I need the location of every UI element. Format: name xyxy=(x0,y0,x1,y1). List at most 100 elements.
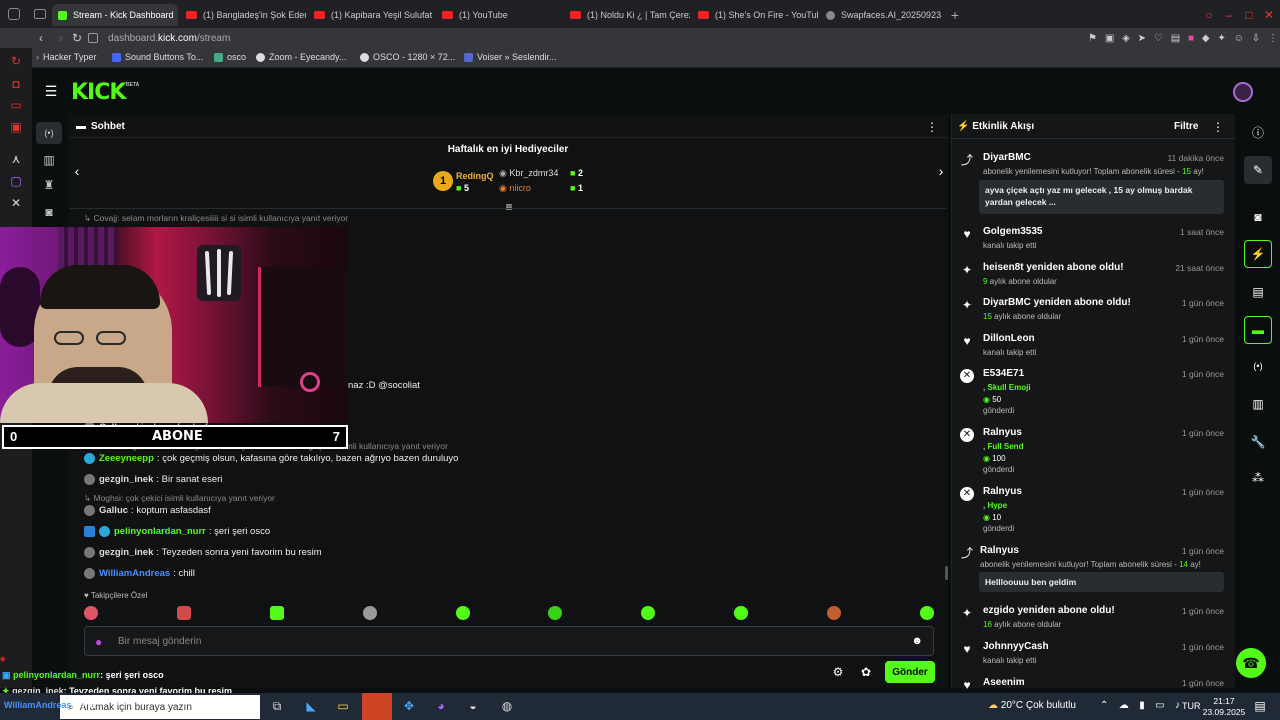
bookmark-icon[interactable]: ⚑ xyxy=(1088,33,1097,44)
weather-widget[interactable]: ☁ 20°C Çok bulutlu xyxy=(988,700,1076,711)
extension-icon[interactable]: ■ xyxy=(1188,33,1194,44)
microphone-icon[interactable]: ● xyxy=(95,635,102,649)
broadcast-icon[interactable]: (•) xyxy=(1250,358,1266,374)
emote-icon[interactable] xyxy=(919,606,934,620)
cube-icon[interactable]: ◆ xyxy=(1202,33,1210,44)
chat-message[interactable]: gezgin_inek: Bir sanat eseri xyxy=(84,474,222,485)
minimize-icon[interactable]: – xyxy=(1222,8,1236,22)
emote-icon[interactable] xyxy=(84,606,98,620)
volume-icon[interactable]: ♪ xyxy=(1175,700,1180,711)
sidebar-refresh-icon[interactable]: ↻ xyxy=(9,54,23,68)
chat-settings-icon[interactable]: ⚙ xyxy=(831,665,845,679)
camera-icon[interactable]: ◙ xyxy=(41,204,57,220)
feed-event-follow[interactable]: ♥ Aseenim 1 gün önce xyxy=(960,677,1230,692)
feed-event-follow[interactable]: ♥ Golgem3535 1 saat önce kanalı takip et… xyxy=(960,226,1230,254)
chat-message[interactable]: WilliamAndreas: chill xyxy=(84,568,195,579)
task-view-icon[interactable]: ⧉ xyxy=(270,699,284,713)
sidebar-brand-icon[interactable]: ⋏ xyxy=(9,152,23,166)
close-window-icon[interactable]: ✕ xyxy=(1262,8,1276,22)
puzzle-icon[interactable]: ✦ xyxy=(1217,33,1225,44)
feed-event-follow[interactable]: ♥ JohnnyyCash 1 gün önce kanalı takip et… xyxy=(960,641,1230,669)
collapse-gifters-icon[interactable]: ≡ xyxy=(502,200,516,214)
bookmark-sound-buttons[interactable]: Sound Buttons To... xyxy=(112,52,203,62)
download-icon[interactable]: ⇩ xyxy=(1252,33,1260,44)
sidebar-bag-icon[interactable]: ◘ xyxy=(9,77,23,91)
feed-event-kicks[interactable]: ✕ Ralnyus 1 gün önce , Full Send ◉ 100 g… xyxy=(960,427,1230,477)
edge-icon[interactable]: ◣ xyxy=(303,698,319,714)
new-tab-icon[interactable]: + xyxy=(948,7,962,23)
chat-options-icon[interactable]: ⋮ xyxy=(926,120,938,134)
avatar[interactable] xyxy=(1233,82,1253,102)
emote-icon[interactable] xyxy=(827,606,841,620)
search-tabs-icon[interactable]: ○ xyxy=(1202,8,1216,22)
bookmark-voiser[interactable]: Voiser » Seslendir... xyxy=(464,52,557,62)
info-icon[interactable]: ⓘ xyxy=(1250,124,1266,140)
heart-icon[interactable]: ♡ xyxy=(1154,33,1163,44)
hamburger-menu-icon[interactable]: ☰ xyxy=(44,83,58,99)
tab-shes-on-fire[interactable]: (1) She's On Fire - YouTube xyxy=(692,4,818,26)
back-icon[interactable]: ‹ xyxy=(34,31,48,45)
username[interactable]: Galluc xyxy=(99,505,128,516)
tab-kapibara[interactable]: (1) Kapibara Yeşil Sulufat xyxy=(308,4,434,26)
chat-scrollbar[interactable] xyxy=(945,566,948,580)
sidebar-app-icon[interactable]: ▣ xyxy=(9,120,23,134)
support-chat-icon[interactable]: ☎ xyxy=(1236,648,1266,678)
username[interactable]: pelinyonlardan_nurr xyxy=(114,526,206,537)
kick-logo[interactable]: KICK xyxy=(71,80,126,105)
tray-chevron-icon[interactable]: ⌃ xyxy=(1100,700,1108,711)
username[interactable]: Zeeeyneepp xyxy=(99,453,154,464)
bookmark-hacker-typer[interactable]: › Hacker Typer xyxy=(36,52,96,62)
emote-icon[interactable] xyxy=(362,606,377,620)
gifters-prev-icon[interactable]: ‹ xyxy=(70,163,84,179)
feed-event-kicks[interactable]: ✕ Ralnyus 1 gün önce , Hype ◉ 10 gönderd… xyxy=(960,486,1230,536)
emoji-picker-icon[interactable]: ☻ xyxy=(911,635,923,647)
feed-event-resub[interactable]: ⤴ Ralnyus 1 gün önce abonelik yenilemesi… xyxy=(960,545,1230,595)
gifter-2[interactable]: ◉ Kbr_zdmr34 xyxy=(499,168,558,179)
feed-event-follow[interactable]: ♥ DillonLeon 1 gün önce kanalı takip ett… xyxy=(960,333,1230,361)
emote-icon[interactable] xyxy=(269,606,284,620)
notes-icon[interactable]: ▤ xyxy=(1250,284,1266,300)
emote-icon[interactable] xyxy=(641,606,656,620)
nodes-icon[interactable]: ⁂ xyxy=(1250,470,1266,486)
feed-event-resub[interactable]: ⤴ DiyarBMC 11 dakika önce abonelik yenil… xyxy=(960,152,1230,216)
chat-message[interactable]: pelinyonlardan_nurr: şeri şeri osco xyxy=(84,526,270,537)
url-field[interactable]: dashboard. kick.com/stream xyxy=(88,30,988,46)
stream-nav-icon[interactable]: (•) xyxy=(36,122,62,144)
notifications-icon[interactable]: ▤ xyxy=(1252,698,1268,714)
feed-event-kicks[interactable]: ✕ E534E71 1 gün önce , Skull Emoji ◉ 50 … xyxy=(960,368,1230,418)
mic-icon[interactable]: ▮ xyxy=(1139,700,1145,711)
obs-icon[interactable]: ◍ xyxy=(499,698,515,714)
chat-toggle-icon[interactable]: ▬ xyxy=(1244,316,1272,344)
menu-icon[interactable]: ⋮ xyxy=(1268,33,1278,44)
network-icon[interactable]: ▭ xyxy=(1155,700,1164,711)
wallet-icon[interactable]: ▤ xyxy=(1171,33,1180,44)
cloud-icon[interactable]: ☁ xyxy=(1119,700,1129,711)
language-indicator[interactable]: TUR xyxy=(1182,701,1201,711)
bookmark-osco-1280[interactable]: OSCO - 1280 × 72... xyxy=(360,52,455,62)
filter-button[interactable]: Filtre xyxy=(1174,121,1198,132)
feed-event-resub[interactable]: ✦ DiyarBMC yeniden abone oldu! 1 gün önc… xyxy=(960,297,1230,325)
tab-noldu-ki[interactable]: (1) Noldu Ki ¿ | Tam Çerez xyxy=(564,4,690,26)
feed-options-icon[interactable]: ⋮ xyxy=(1212,120,1224,134)
clock[interactable]: 21:17 23.09.2025 xyxy=(1200,696,1248,718)
layout-icon[interactable]: ▥ xyxy=(1250,396,1266,412)
send-button[interactable]: Gönder xyxy=(885,661,935,683)
steam-icon[interactable]: ◒ xyxy=(465,698,481,714)
tab-actions-icon[interactable] xyxy=(34,9,46,19)
emote-icon[interactable] xyxy=(455,606,470,620)
analytics-icon[interactable]: ▥ xyxy=(41,152,57,168)
chat-message[interactable]: gezgin_inek: Teyzeden sonra yeni favorim… xyxy=(84,547,322,558)
forward-icon[interactable]: › xyxy=(54,31,68,45)
wrench-icon[interactable]: 🔧 xyxy=(1250,434,1266,450)
feed-event-resub[interactable]: ✦ heisen8t yeniden abone oldu! 21 saat ö… xyxy=(960,262,1230,290)
username[interactable]: gezgin_inek xyxy=(99,547,153,558)
sidebar-chat-icon[interactable]: ▭ xyxy=(9,98,23,112)
chat-message[interactable]: Zeeeyneepp: çok geçmiş olsun, kafasına g… xyxy=(84,453,458,464)
username[interactable]: WilliamAndreas xyxy=(99,568,170,579)
bookmark-zoom[interactable]: Zoom - Eyecandy... xyxy=(256,52,346,62)
chat-input-box[interactable]: ● Bir mesaj gönderin ☻ xyxy=(84,626,934,656)
explorer-icon[interactable]: ▭ xyxy=(335,698,351,714)
emote-icon[interactable] xyxy=(734,606,749,620)
reload-icon[interactable]: ↻ xyxy=(70,31,84,45)
send-icon[interactable]: ➤ xyxy=(1138,33,1146,44)
